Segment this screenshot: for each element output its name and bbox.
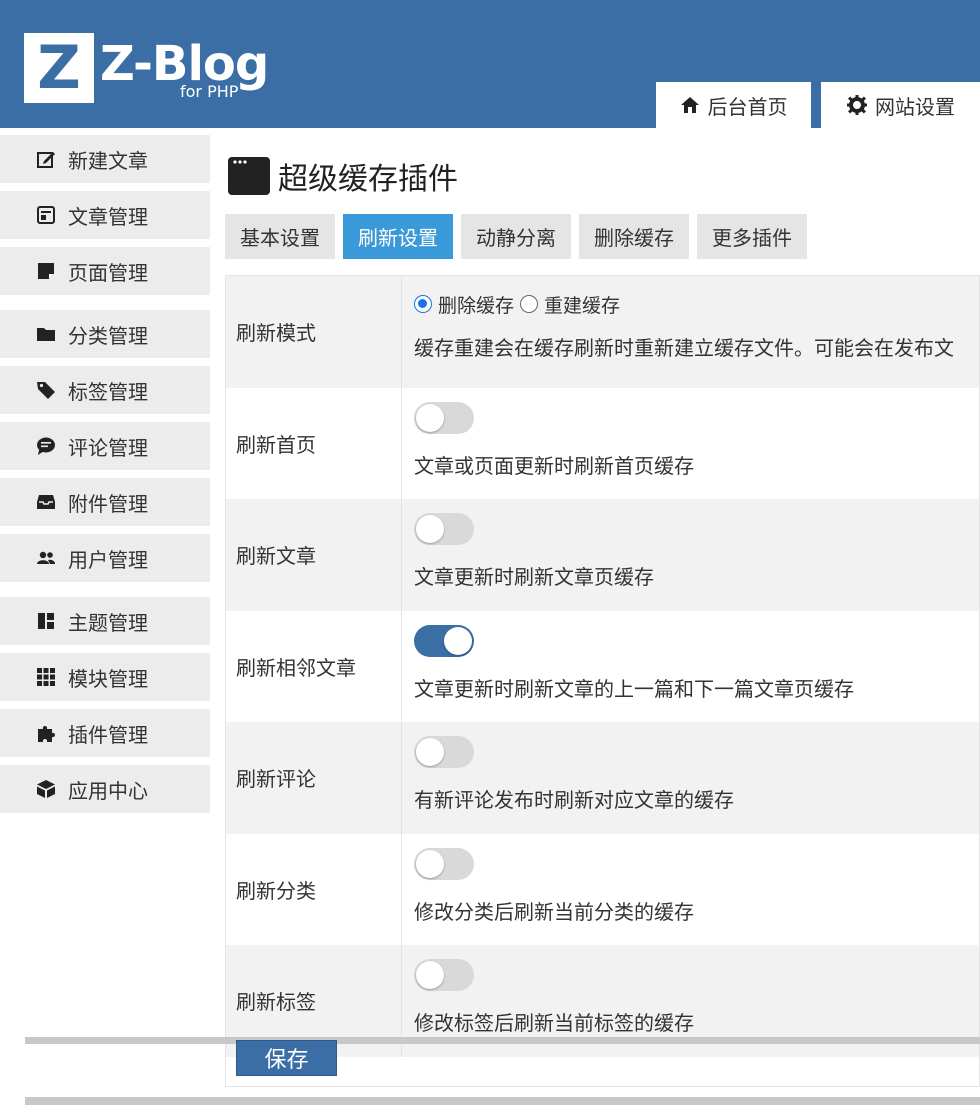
tab-basic-settings[interactable]: 基本设置 <box>225 214 335 259</box>
comment-icon <box>37 437 55 455</box>
sidebar-item-users[interactable]: 用户管理 <box>0 534 210 582</box>
save-button[interactable]: 保存 <box>236 1040 337 1076</box>
sidebar: 新建文章 文章管理 页面管理 分类管理 标签管理 评论管理 附件管理 用户管理 … <box>0 135 210 821</box>
setting-description: 缓存重建会在缓存刷新时重新建立缓存文件。可能会在发布文 <box>414 336 954 360</box>
toggle-refresh-adjacent[interactable] <box>414 624 474 657</box>
setting-description: 修改分类后刷新当前分类的缓存 <box>414 899 694 924</box>
toggle-refresh-categories[interactable] <box>414 847 474 880</box>
theme-icon <box>38 613 54 629</box>
tab-more-plugins[interactable]: 更多插件 <box>697 214 807 259</box>
setting-row-refresh-comments: 刷新评论 有新评论发布时刷新对应文章的缓存 <box>226 722 979 834</box>
header-bar: Z Z-Blog for PHP 后台首页 网站设置 <box>0 0 980 128</box>
sidebar-item-pages[interactable]: 页面管理 <box>0 247 210 295</box>
tab-static-separation[interactable]: 动静分离 <box>461 214 571 259</box>
settings-tabs: 基本设置 刷新设置 动静分离 删除缓存 更多插件 <box>225 214 815 259</box>
sidebar-item-new-article[interactable]: 新建文章 <box>0 135 210 183</box>
sidebar-item-modules[interactable]: 模块管理 <box>0 653 210 701</box>
setting-description: 修改标签后刷新当前标签的缓存 <box>414 1011 694 1035</box>
horizontal-scrollbar[interactable] <box>25 1037 980 1044</box>
setting-label: 刷新评论 <box>226 722 402 834</box>
window-icon <box>228 157 270 195</box>
page-icon <box>38 263 54 279</box>
radio-label: 删除缓存 <box>438 294 515 317</box>
sidebar-item-categories[interactable]: 分类管理 <box>0 310 210 358</box>
setting-description: 文章更新时刷新文章页缓存 <box>414 565 654 589</box>
tag-icon <box>37 382 55 399</box>
tab-refresh-settings[interactable]: 刷新设置 <box>343 214 453 259</box>
toggle-refresh-comments[interactable] <box>414 736 474 768</box>
tab-site-settings[interactable]: 网站设置 <box>821 82 980 128</box>
setting-row-refresh-article: 刷新文章 文章更新时刷新文章页缓存 <box>226 499 979 611</box>
page-title: 超级缓存插件 <box>228 154 458 198</box>
setting-row-refresh-categories: 刷新分类 修改分类后刷新当前分类的缓存 <box>226 833 979 945</box>
setting-row-refresh-mode: 刷新模式 删除缓存 重建缓存 缓存重建会在缓存刷新时重新建立缓存文件。可能会在发… <box>226 276 979 388</box>
setting-row-refresh-home: 刷新首页 文章或页面更新时刷新首页缓存 <box>226 387 979 499</box>
sidebar-item-themes[interactable]: 主题管理 <box>0 597 210 645</box>
setting-label: 刷新首页 <box>226 387 402 499</box>
setting-description: 有新评论发布时刷新对应文章的缓存 <box>414 788 734 812</box>
articles-icon <box>37 206 55 224</box>
zblog-logo[interactable]: Z Z-Blog for PHP <box>24 33 269 103</box>
setting-label: 刷新分类 <box>226 833 402 945</box>
box-icon <box>37 780 55 798</box>
toggle-refresh-home[interactable] <box>414 401 474 434</box>
home-icon <box>680 97 699 113</box>
setting-description: 文章或页面更新时刷新首页缓存 <box>414 453 694 478</box>
sidebar-item-comments[interactable]: 评论管理 <box>0 422 210 470</box>
puzzle-icon <box>38 726 55 742</box>
radio-rebuild-cache[interactable] <box>520 295 539 313</box>
sidebar-item-articles[interactable]: 文章管理 <box>0 191 210 239</box>
setting-label: 刷新模式 <box>226 276 402 388</box>
tab-delete-cache[interactable]: 删除缓存 <box>579 214 689 259</box>
refresh-mode-radio-group: 删除缓存 重建缓存 <box>414 288 979 320</box>
gear-icon <box>847 95 867 115</box>
toggle-refresh-article[interactable] <box>414 513 474 545</box>
radio-label: 重建缓存 <box>544 294 621 317</box>
setting-row-refresh-adjacent: 刷新相邻文章 文章更新时刷新文章的上一篇和下一篇文章页缓存 <box>226 610 979 722</box>
setting-label: 刷新相邻文章 <box>226 610 402 722</box>
toggle-refresh-tags[interactable] <box>414 959 474 991</box>
edit-icon <box>37 152 55 168</box>
setting-label: 刷新文章 <box>226 499 402 611</box>
logo-mark: Z <box>24 33 94 103</box>
sidebar-item-tags[interactable]: 标签管理 <box>0 366 210 414</box>
sidebar-item-plugins[interactable]: 插件管理 <box>0 709 210 757</box>
users-icon <box>37 551 55 564</box>
radio-delete-cache[interactable] <box>414 295 432 313</box>
grid-icon <box>37 668 55 686</box>
settings-table: 刷新模式 删除缓存 重建缓存 缓存重建会在缓存刷新时重新建立缓存文件。可能会在发… <box>225 275 980 1087</box>
folder-icon <box>37 328 55 341</box>
horizontal-scrollbar-bottom[interactable] <box>25 1097 980 1105</box>
sidebar-item-attachments[interactable]: 附件管理 <box>0 478 210 526</box>
inbox-icon <box>37 495 55 509</box>
setting-description: 文章更新时刷新文章的上一篇和下一篇文章页缓存 <box>414 676 854 701</box>
sidebar-item-app-center[interactable]: 应用中心 <box>0 765 210 813</box>
tab-admin-home[interactable]: 后台首页 <box>656 82 811 128</box>
logo-sub-text: for PHP <box>180 82 239 101</box>
